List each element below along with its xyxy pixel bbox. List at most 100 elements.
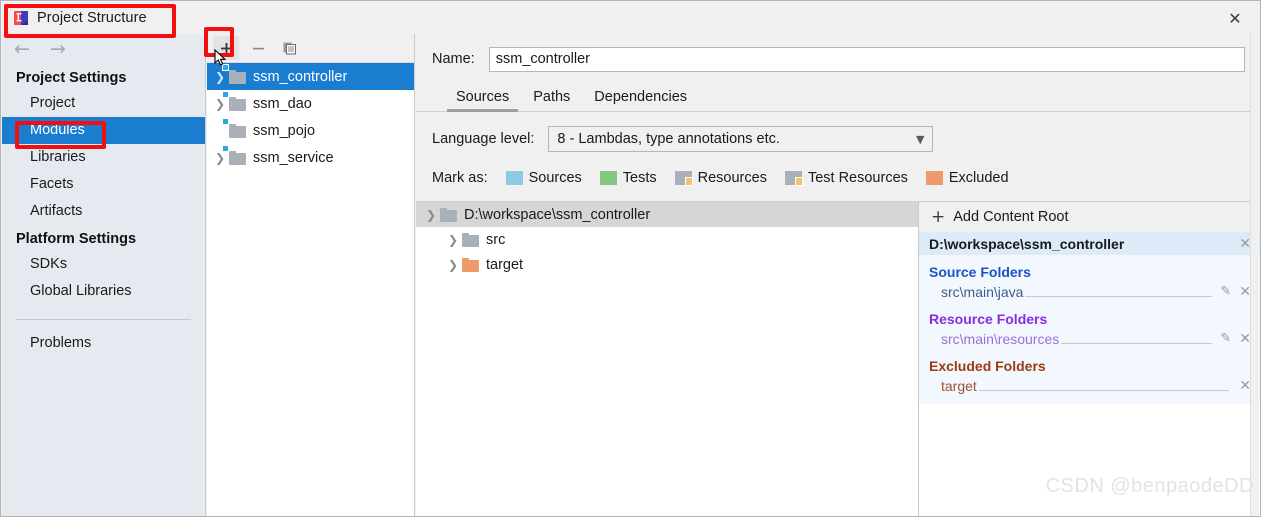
resource-folder-entry: src\main\resources ✎ ✕	[919, 328, 1260, 349]
modules-list-panel: ❯ ssm_controller ❯ ssm_dao ssm_pojo ❯ ss…	[207, 34, 415, 516]
module-name: ssm_service	[253, 149, 334, 166]
source-folders-heading: Source Folders	[929, 264, 1031, 280]
target-folder-icon	[462, 258, 479, 272]
name-label: Name:	[432, 51, 475, 67]
sidebar-item-sdks[interactable]: SDKs	[2, 251, 205, 278]
add-content-root-label: Add Content Root	[953, 209, 1069, 225]
project-structure-dialog: Project Structure ✕ ← → Project Settings…	[0, 0, 1261, 517]
edit-pencil-icon[interactable]: ✎	[1220, 284, 1231, 299]
module-name: ssm_pojo	[253, 122, 316, 139]
excluded-folder-entry: target ✕	[919, 375, 1260, 396]
info-root-path: D:\workspace\ssm_controller	[929, 235, 1125, 252]
excluded-folders-heading: Excluded Folders	[929, 358, 1046, 374]
source-folder-entry: src\main\java ✎ ✕	[919, 281, 1260, 302]
resource-folder-path: src\main\resources	[941, 330, 1060, 347]
content-root-info-panel: + Add Content Root D:\workspace\ssm_cont…	[919, 201, 1260, 516]
chevron-right-icon[interactable]: ❯	[211, 70, 229, 84]
module-detail-panel: Name: ssm_controller Sources Paths Depen…	[416, 34, 1260, 516]
content-root-folder-icon	[440, 208, 457, 222]
remove-module-button[interactable]	[245, 36, 271, 60]
entry-rule	[1025, 296, 1213, 297]
entry-rule	[978, 390, 1230, 391]
copy-module-button[interactable]	[277, 36, 303, 60]
module-row-ssm-controller[interactable]: ❯ ssm_controller	[207, 63, 414, 90]
sidebar-item-facets[interactable]: Facets	[2, 171, 205, 198]
tree-row-label: target	[486, 256, 524, 273]
mark-as-label-text: Tests	[622, 170, 657, 186]
resources-folder-icon	[674, 171, 693, 186]
mark-as-excluded[interactable]: Excluded	[925, 170, 1009, 186]
excluded-folder-path: target	[941, 377, 977, 394]
mark-as-row: Mark as: Sources Tests Resources Test Re…	[416, 164, 1260, 192]
module-folder-icon	[222, 144, 246, 165]
info-panel-body: D:\workspace\ssm_controller ✕ Source Fol…	[919, 232, 1260, 404]
nav-buttons: ← →	[2, 34, 205, 64]
sidebar-item-modules[interactable]: Modules	[2, 117, 205, 144]
sidebar-group-platform-settings: Platform Settings	[16, 231, 137, 247]
chevron-right-icon[interactable]: ❯	[444, 233, 462, 247]
content-root-row[interactable]: ❯ D:\workspace\ssm_controller	[416, 202, 918, 227]
mark-as-tests[interactable]: Tests	[599, 170, 657, 186]
mark-as-resources[interactable]: Resources	[674, 170, 767, 186]
add-module-button[interactable]	[213, 36, 239, 60]
chevron-right-icon[interactable]: ❯	[211, 97, 229, 111]
language-level-select[interactable]: 8 - Lambdas, type annotations etc. ▼	[548, 126, 934, 152]
module-name: ssm_dao	[253, 95, 312, 112]
chevron-down-icon: ▼	[915, 132, 925, 146]
info-root-row: D:\workspace\ssm_controller ✕	[919, 232, 1260, 255]
chevron-right-icon[interactable]: ❯	[444, 258, 462, 272]
source-folder-path: src\main\java	[941, 283, 1024, 300]
tree-row-label: src	[486, 231, 506, 248]
src-folder-icon	[462, 233, 479, 247]
tab-sources[interactable]: Sources	[444, 89, 521, 112]
resource-folders-heading: Resource Folders	[929, 311, 1048, 327]
module-folder-icon	[222, 117, 246, 138]
mark-as-label-text: Test Resources	[807, 170, 908, 186]
content-root-path: D:\workspace\ssm_controller	[464, 206, 651, 223]
window-title: Project Structure	[37, 9, 147, 26]
close-icon[interactable]: ✕	[1222, 7, 1248, 29]
module-folder-icon	[222, 90, 246, 111]
module-row-ssm-pojo[interactable]: ssm_pojo	[207, 117, 414, 144]
sidebar-item-global-libraries[interactable]: Global Libraries	[2, 278, 205, 305]
sidebar-item-libraries[interactable]: Libraries	[2, 144, 205, 171]
plus-icon: +	[931, 206, 946, 227]
module-name: ssm_controller	[253, 68, 348, 85]
module-row-ssm-service[interactable]: ❯ ssm_service	[207, 144, 414, 171]
mark-as-label-text: Excluded	[948, 170, 1009, 186]
sources-split-area: ❯ D:\workspace\ssm_controller ❯ src ❯ ta…	[416, 201, 1260, 516]
sidebar-group-project-settings: Project Settings	[16, 70, 127, 86]
sidebar-divider	[16, 319, 191, 320]
settings-sidebar: ← → Project Settings Project Modules Lib…	[2, 34, 206, 516]
tests-folder-icon	[599, 171, 617, 185]
sidebar-item-project[interactable]: Project	[2, 90, 205, 117]
tree-row-target[interactable]: ❯ target	[416, 252, 918, 277]
language-level-label: Language level:	[432, 131, 535, 147]
sidebar-item-problems[interactable]: Problems	[2, 330, 205, 357]
entry-rule	[1061, 343, 1213, 344]
detail-tabs: Sources Paths Dependencies	[416, 80, 1260, 112]
tab-dependencies[interactable]: Dependencies	[582, 89, 699, 111]
module-name-input[interactable]: ssm_controller	[488, 46, 1245, 72]
forward-icon[interactable]: →	[50, 39, 66, 59]
sources-folder-icon	[505, 171, 523, 185]
chevron-down-icon[interactable]: ❯	[422, 208, 440, 222]
title-bar: Project Structure ✕	[1, 1, 1260, 34]
back-icon[interactable]: ←	[14, 39, 30, 59]
tab-paths[interactable]: Paths	[521, 89, 582, 111]
vertical-scrollbar[interactable]	[1250, 34, 1259, 516]
modules-toolbar	[207, 34, 414, 63]
edit-pencil-icon[interactable]: ✎	[1220, 331, 1231, 346]
language-level-row: Language level: 8 - Lambdas, type annota…	[416, 124, 1260, 154]
mark-as-label-text: Sources	[528, 170, 582, 186]
chevron-right-icon[interactable]: ❯	[211, 151, 229, 165]
content-root-tree: ❯ D:\workspace\ssm_controller ❯ src ❯ ta…	[416, 201, 919, 516]
module-name-row: Name: ssm_controller	[416, 42, 1260, 76]
module-row-ssm-dao[interactable]: ❯ ssm_dao	[207, 90, 414, 117]
mark-as-sources[interactable]: Sources	[505, 170, 582, 186]
tree-row-src[interactable]: ❯ src	[416, 227, 918, 252]
mark-as-test-resources[interactable]: Test Resources	[784, 170, 908, 186]
sidebar-item-artifacts[interactable]: Artifacts	[2, 198, 205, 225]
add-content-root-button[interactable]: + Add Content Root	[919, 202, 1260, 232]
module-folder-icon	[222, 63, 246, 84]
